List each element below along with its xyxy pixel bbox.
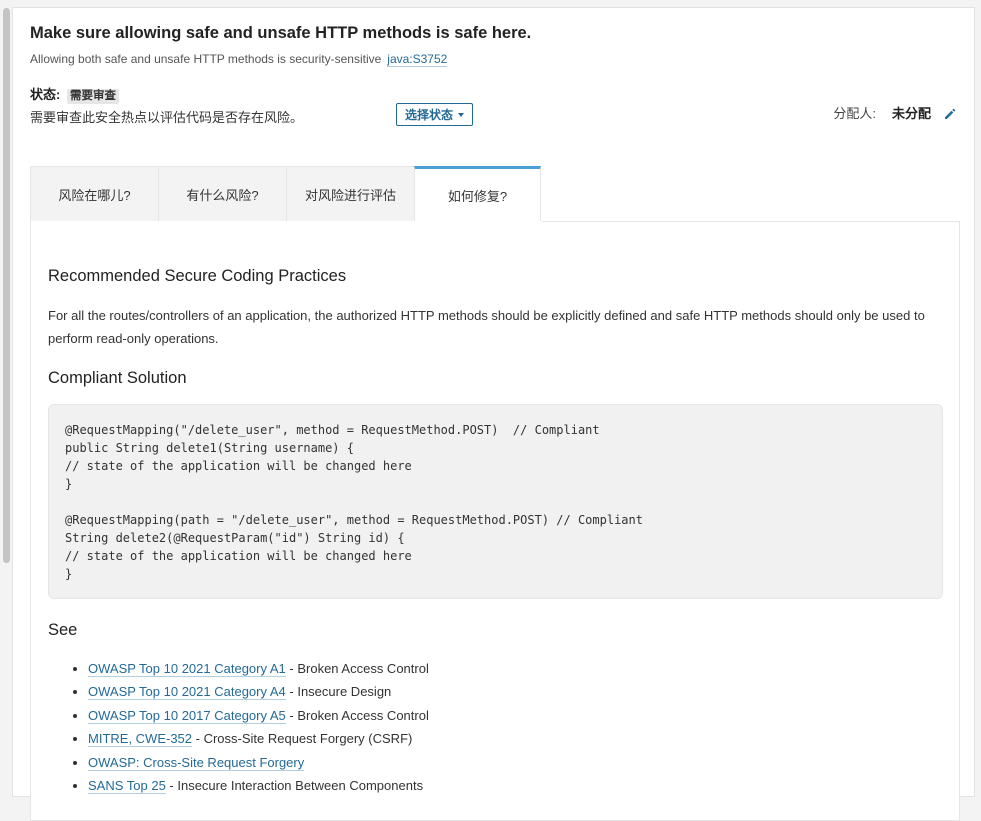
owasp-2021-a4-link[interactable]: OWASP Top 10 2021 Category A4 bbox=[88, 684, 286, 701]
see-list: OWASP Top 10 2021 Category A1 - Broken A… bbox=[48, 657, 429, 797]
select-status-button[interactable]: 选择状态 bbox=[396, 103, 474, 126]
status-description: 需要审查此安全热点以评估代码是否存在风险。 bbox=[30, 110, 304, 125]
select-status-label: 选择状态 bbox=[405, 108, 454, 122]
list-item-text: - Broken Access Control bbox=[285, 661, 429, 676]
list-item: OWASP Top 10 2017 Category A5 - Broken A… bbox=[88, 704, 429, 727]
practices-paragraph: For all the routes/controllers of an app… bbox=[48, 308, 925, 346]
mitre-cwe-352-link[interactable]: MITRE, CWE-352 bbox=[88, 731, 193, 748]
assignee-label: 分配人: bbox=[833, 106, 876, 121]
tab-content-border bbox=[542, 221, 960, 222]
sans-top-25-link[interactable]: SANS Top 25 bbox=[88, 778, 166, 795]
owasp-2021-a1-link[interactable]: OWASP Top 10 2021 Category A1 bbox=[88, 661, 286, 677]
list-item-text: - Insecure Design bbox=[285, 684, 392, 700]
heading-compliant-solution: Compliant Solution bbox=[48, 369, 187, 387]
status-badge: 需要审查 bbox=[66, 89, 119, 104]
list-item-text: - Broken Access Control bbox=[285, 707, 429, 723]
tab-content: Recommended Secure Coding Practices For … bbox=[30, 221, 960, 821]
status-label: 状态: bbox=[30, 87, 61, 102]
status-row: 状态: 需要审查 bbox=[30, 87, 119, 104]
assignee-value: 未分配 bbox=[891, 106, 931, 121]
assignee: 分配人: 未分配 bbox=[833, 106, 957, 122]
hotspot-subtitle: Allowing both safe and unsafe HTTP metho… bbox=[30, 52, 448, 67]
hotspot-panel: Make sure allowing safe and unsafe HTTP … bbox=[12, 7, 975, 821]
list-item: OWASP Top 10 2021 Category A1 - Broken A… bbox=[88, 657, 429, 680]
code-block: @RequestMapping("/delete_user", method =… bbox=[48, 404, 943, 599]
rule-description: Allowing both safe and unsafe HTTP metho… bbox=[30, 52, 382, 66]
list-item-text: - Cross-Site Request Forgery (CSRF) bbox=[192, 731, 413, 747]
hotspot-title: Make sure allowing safe and unsafe HTTP … bbox=[30, 24, 532, 42]
list-item: SANS Top 25 - Insecure Interaction Betwe… bbox=[88, 774, 429, 797]
heading-see: See bbox=[48, 621, 78, 639]
tab-where-is-risk[interactable]: 风险在哪儿? bbox=[30, 166, 158, 222]
list-item: MITRE, CWE-352 - Cross-Site Request Forg… bbox=[88, 727, 429, 750]
tab-what-is-risk[interactable]: 有什么风险? bbox=[158, 166, 286, 222]
list-item: OWASP Top 10 2021 Category A4 - Insecure… bbox=[88, 680, 429, 703]
owasp-csrf-link[interactable]: OWASP: Cross-Site Request Forgery bbox=[88, 754, 305, 771]
heading-secure-coding-practices: Recommended Secure Coding Practices bbox=[48, 267, 347, 285]
tab-assess-risk[interactable]: 对风险进行评估 bbox=[286, 166, 414, 222]
pencil-icon[interactable] bbox=[943, 107, 957, 121]
list-item-text: - Insecure Interaction Between Component… bbox=[165, 778, 424, 794]
owasp-2017-a5-link[interactable]: OWASP Top 10 2017 Category A5 bbox=[88, 707, 286, 724]
page-scrollbar[interactable] bbox=[3, 8, 10, 563]
list-item: OWASP: Cross-Site Request Forgery bbox=[88, 751, 429, 774]
tab-bar: 风险在哪儿? 有什么风险? 对风险进行评估 如何修复? bbox=[30, 166, 541, 222]
caret-down-icon bbox=[458, 112, 465, 117]
rule-key-link[interactable]: java:S3752 bbox=[387, 52, 448, 67]
tab-how-to-fix[interactable]: 如何修复? bbox=[414, 166, 541, 222]
